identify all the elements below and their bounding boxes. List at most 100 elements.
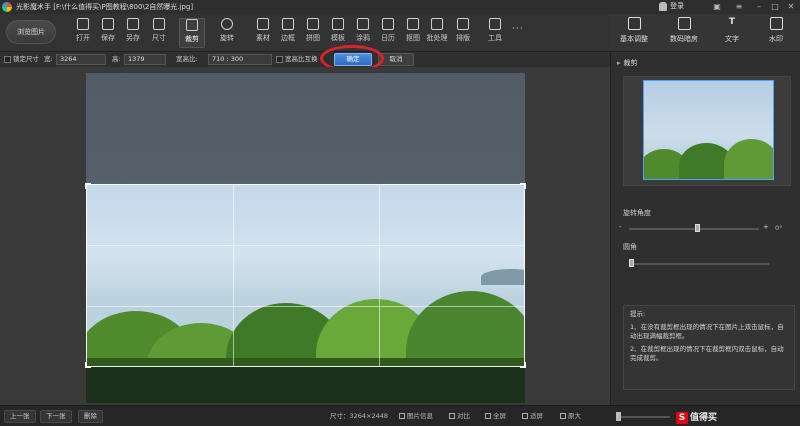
corner-slider[interactable] (629, 263, 769, 265)
crop-handle-br[interactable] (520, 362, 526, 368)
tool-calendar[interactable]: 日历 (375, 18, 401, 48)
tool-batch[interactable]: 批处理 (424, 18, 450, 48)
login-button[interactable]: 登录 (659, 1, 684, 11)
save-icon (102, 18, 114, 30)
resize-icon (153, 18, 165, 30)
zoom-slider-knob[interactable] (616, 412, 621, 421)
tool-save[interactable]: 保存 (95, 18, 121, 48)
checkbox-box (276, 55, 283, 63)
tool-collage[interactable]: 拼图 (300, 18, 326, 48)
image-size-text: 尺寸：3264×2448 (330, 412, 389, 420)
settings-icon[interactable]: ≡ (732, 1, 746, 12)
tool-rotate[interactable]: 旋转 (214, 18, 240, 48)
grid-line (87, 245, 524, 246)
crop-handle-bl[interactable] (85, 362, 91, 368)
compare-icon (449, 413, 455, 419)
rotate-icon (221, 18, 233, 30)
tool-cutout[interactable]: 抠图 (400, 18, 426, 48)
darkroom-tab[interactable]: 数码暗房 (662, 17, 706, 49)
open-icon (77, 18, 89, 30)
rotate-slider-knob[interactable] (695, 224, 700, 232)
basic-adjust-tab[interactable]: 基本调整 (612, 17, 656, 49)
collage-icon (307, 18, 319, 30)
fit-icon (522, 413, 528, 419)
corner-slider-knob[interactable] (629, 259, 634, 267)
prev-button[interactable]: 上一张 (4, 410, 36, 423)
checkbox-box (4, 55, 11, 63)
tree-shape (724, 139, 773, 179)
window-title: 光影魔术手 [F:\什么值得买\P图教程\800\2自然曝光.jpg] (16, 3, 194, 11)
watermark-tab[interactable]: 水印 (754, 17, 798, 49)
delete-button[interactable]: 删除 (78, 410, 103, 423)
close-button[interactable]: ✕ (784, 1, 798, 12)
browse-images-button[interactable]: 浏览图片 (6, 20, 56, 44)
width-label: 宽: (44, 55, 53, 63)
template-icon (332, 18, 344, 30)
corner-label: 圆角 (623, 243, 637, 251)
width-input[interactable]: 3264 (56, 54, 106, 65)
brand-watermark: S 值得买 (676, 410, 717, 424)
tool-doodle[interactable]: 涂鸦 (350, 18, 376, 48)
crop-handle-tr[interactable] (520, 183, 526, 189)
main-toolbar: 浏览图片 打开 保存 另存 尺寸 裁剪 旋转 素材 边框 拼图 模板 涂鸦 日历… (0, 14, 610, 52)
swap-ratio-checkbox[interactable]: 宽高比互换 (276, 54, 318, 65)
layout-icon (457, 18, 469, 30)
tip-2: 2、在裁剪框出现的情况下在裁剪框内双击鼠标，自动完成裁剪。 (630, 345, 784, 362)
ratio-select[interactable]: 710 : 300 (208, 54, 272, 65)
cutout-icon (407, 18, 419, 30)
zoom-slider[interactable] (620, 416, 670, 418)
panel-title: 裁剪 (617, 58, 638, 68)
info-icon (399, 413, 405, 419)
skin-icon[interactable]: ▣ (710, 1, 724, 12)
fullscreen-button[interactable]: 全屏 (485, 411, 506, 422)
right-tools-bar: 基本调整 数码暗房 T 文字 水印 (610, 14, 800, 52)
preview-box (623, 76, 791, 186)
crop-selection[interactable] (85, 183, 526, 368)
user-icon (659, 1, 667, 11)
image-info-button[interactable]: 图片信息 (399, 411, 433, 422)
tips-title: 提示: (630, 310, 646, 318)
batch-icon (431, 18, 443, 30)
text-icon: T (728, 17, 736, 27)
height-input[interactable]: 1379 (124, 54, 166, 65)
tool-open[interactable]: 打开 (70, 18, 96, 48)
tools-icon (489, 18, 501, 30)
rotate-value: 0° (775, 224, 783, 232)
preview-thumbnail[interactable] (643, 80, 774, 180)
lock-size-checkbox[interactable]: 锁定尺寸 (4, 54, 39, 65)
brand-logo-icon: S (676, 412, 688, 424)
tool-tools[interactable]: 工具 (482, 18, 508, 48)
save-as-icon (127, 18, 139, 30)
tool-layout[interactable]: 排版 (450, 18, 476, 48)
tool-material[interactable]: 素材 (250, 18, 276, 48)
tool-resize[interactable]: 尺寸 (146, 18, 172, 48)
camera-icon (677, 17, 691, 30)
tool-border[interactable]: 边框 (275, 18, 301, 48)
fit-screen-button[interactable]: 适屏 (522, 411, 543, 422)
rotate-slider[interactable] (629, 228, 759, 230)
next-button[interactable]: 下一张 (40, 410, 72, 423)
original-size-icon (560, 413, 566, 419)
crop-handle-tl[interactable] (85, 183, 91, 189)
compare-button[interactable]: 对比 (449, 411, 470, 422)
tool-save-as[interactable]: 另存 (120, 18, 146, 48)
rotate-plus[interactable]: + (763, 223, 769, 231)
minimize-button[interactable]: – (752, 1, 766, 12)
ratio-label: 宽高比: (176, 55, 198, 63)
maximize-button[interactable]: □ (768, 1, 782, 12)
grid-line (233, 185, 234, 366)
image-canvas[interactable] (0, 67, 610, 405)
text-tab[interactable]: T 文字 (710, 17, 754, 49)
login-label: 登录 (670, 2, 684, 10)
original-size-button[interactable]: 原大 (560, 411, 581, 422)
tip-1: 1、在没有裁剪框出现的情况下在图片上双击鼠标，自动出现满幅裁剪框。 (630, 323, 784, 340)
adjust-icon (627, 17, 641, 30)
tool-template[interactable]: 模板 (325, 18, 351, 48)
rotate-minus[interactable]: - (619, 223, 622, 231)
tool-crop[interactable]: 裁剪 (179, 18, 205, 48)
watermark-icon (769, 17, 783, 30)
grid-line (379, 185, 380, 366)
status-bar: 上一张 下一张 删除 尺寸：3264×2448 图片信息 对比 全屏 适屏 原大… (0, 405, 800, 426)
crop-icon (186, 19, 198, 31)
more-tools-button[interactable]: ··· (512, 24, 524, 34)
